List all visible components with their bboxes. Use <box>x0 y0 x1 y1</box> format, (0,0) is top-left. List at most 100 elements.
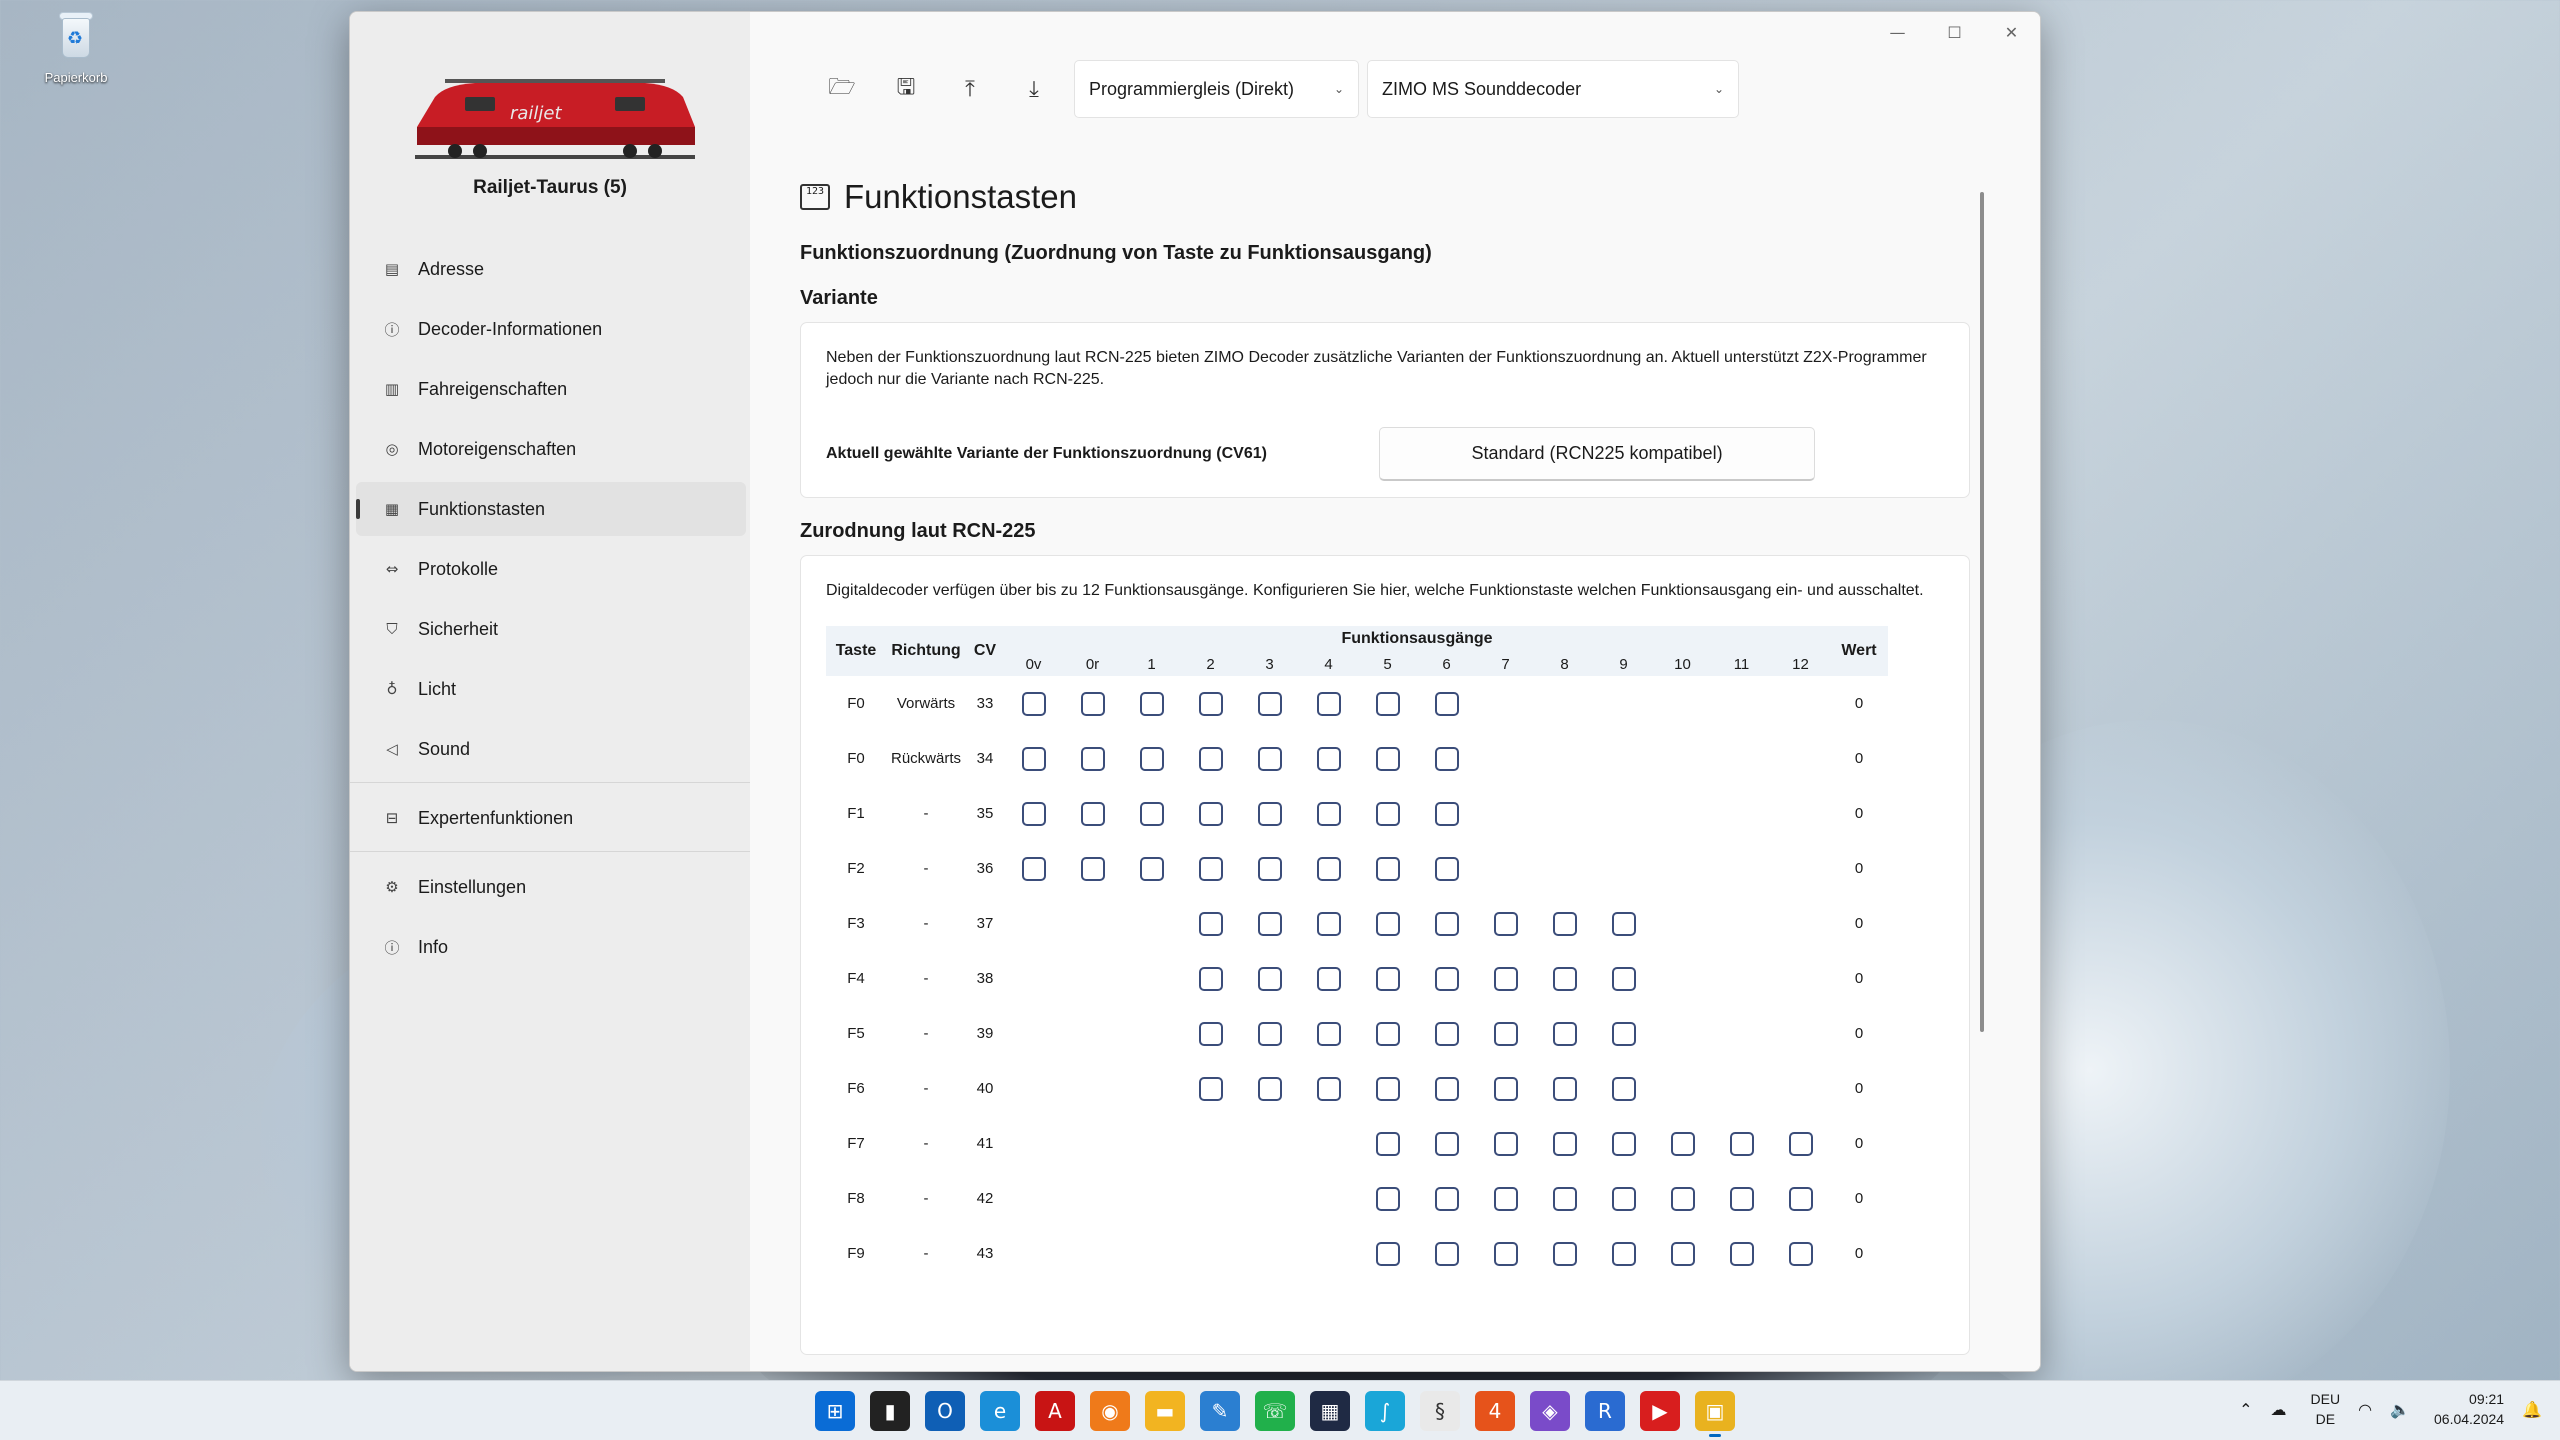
volume-icon[interactable]: 🔈 <box>2390 1400 2410 1419</box>
output-checkbox[interactable] <box>1316 966 1341 991</box>
download-icon[interactable]: ⤓ <box>1002 56 1066 122</box>
output-checkbox[interactable] <box>1493 1131 1518 1156</box>
output-checkbox[interactable] <box>1021 691 1046 716</box>
output-checkbox[interactable] <box>1611 966 1636 991</box>
close-button[interactable]: ✕ <box>1983 12 2040 52</box>
minimize-button[interactable]: — <box>1869 12 1926 52</box>
output-checkbox[interactable] <box>1316 691 1341 716</box>
app-teal-icon[interactable]: ∫ <box>1365 1391 1405 1431</box>
output-checkbox[interactable] <box>1198 746 1223 771</box>
output-checkbox[interactable] <box>1316 856 1341 881</box>
output-checkbox[interactable] <box>1434 1241 1459 1266</box>
output-checkbox[interactable] <box>1198 856 1223 881</box>
output-checkbox[interactable] <box>1198 1076 1223 1101</box>
output-checkbox[interactable] <box>1434 691 1459 716</box>
output-checkbox[interactable] <box>1434 801 1459 826</box>
output-checkbox[interactable] <box>1257 746 1282 771</box>
output-checkbox[interactable] <box>1375 911 1400 936</box>
sidebar-item-protokolle[interactable]: ⇔ Protokolle <box>356 542 746 596</box>
output-checkbox[interactable] <box>1788 1131 1813 1156</box>
output-checkbox[interactable] <box>1552 1241 1577 1266</box>
edge-icon[interactable]: e <box>980 1391 1020 1431</box>
app-blue-icon[interactable]: R <box>1585 1391 1625 1431</box>
clock[interactable]: 09:21 06.04.2024 <box>2434 1389 2504 1429</box>
output-checkbox[interactable] <box>1316 1076 1341 1101</box>
sidebar-item-sicherheit[interactable]: ⛉ Sicherheit <box>356 602 746 656</box>
decoder-select[interactable]: ZIMO MS Sounddecoder ⌄ <box>1367 60 1739 118</box>
output-checkbox[interactable] <box>1375 1076 1400 1101</box>
output-checkbox[interactable] <box>1611 1131 1636 1156</box>
output-checkbox[interactable] <box>1139 691 1164 716</box>
output-checkbox[interactable] <box>1493 966 1518 991</box>
output-checkbox[interactable] <box>1729 1186 1754 1211</box>
output-checkbox[interactable] <box>1493 1186 1518 1211</box>
output-checkbox[interactable] <box>1375 1186 1400 1211</box>
output-checkbox[interactable] <box>1375 1241 1400 1266</box>
sidebar-item-motoreigenschaften[interactable]: ◎ Motoreigenschaften <box>356 422 746 476</box>
app-white-icon[interactable]: § <box>1420 1391 1460 1431</box>
output-checkbox[interactable] <box>1375 691 1400 716</box>
output-checkbox[interactable] <box>1434 1186 1459 1211</box>
media-player-icon[interactable]: ▶ <box>1640 1391 1680 1431</box>
output-checkbox[interactable] <box>1198 911 1223 936</box>
output-checkbox[interactable] <box>1375 746 1400 771</box>
output-checkbox[interactable] <box>1788 1186 1813 1211</box>
start-icon[interactable]: ⊞ <box>815 1391 855 1431</box>
sidebar-item-decoder-informationen[interactable]: ⓘ Decoder-Informationen <box>356 302 746 356</box>
output-checkbox[interactable] <box>1493 1021 1518 1046</box>
output-checkbox[interactable] <box>1552 1131 1577 1156</box>
output-checkbox[interactable] <box>1552 911 1577 936</box>
output-checkbox[interactable] <box>1375 1131 1400 1156</box>
output-checkbox[interactable] <box>1788 1241 1813 1266</box>
output-checkbox[interactable] <box>1375 966 1400 991</box>
output-checkbox[interactable] <box>1080 801 1105 826</box>
output-checkbox[interactable] <box>1611 1076 1636 1101</box>
output-checkbox[interactable] <box>1021 856 1046 881</box>
track-select[interactable]: Programmiergleis (Direkt) ⌄ <box>1074 60 1359 118</box>
output-checkbox[interactable] <box>1080 856 1105 881</box>
output-checkbox[interactable] <box>1198 1021 1223 1046</box>
output-checkbox[interactable] <box>1375 801 1400 826</box>
output-checkbox[interactable] <box>1257 801 1282 826</box>
task-view-icon[interactable]: ▮ <box>870 1391 910 1431</box>
output-checkbox[interactable] <box>1611 1186 1636 1211</box>
output-checkbox[interactable] <box>1375 856 1400 881</box>
explorer-icon[interactable]: ▬ <box>1145 1391 1185 1431</box>
output-checkbox[interactable] <box>1257 966 1282 991</box>
output-checkbox[interactable] <box>1375 1021 1400 1046</box>
output-checkbox[interactable] <box>1434 911 1459 936</box>
sidebar-item-adresse[interactable]: ▤ Adresse <box>356 242 746 296</box>
upload-icon[interactable]: ⤒ <box>938 56 1002 122</box>
paint-icon[interactable]: ✎ <box>1200 1391 1240 1431</box>
output-checkbox[interactable] <box>1316 911 1341 936</box>
sidebar-item-expertenfunktionen[interactable]: ⊟ Expertenfunktionen <box>356 791 746 845</box>
output-checkbox[interactable] <box>1257 911 1282 936</box>
whatsapp-icon[interactable]: ☏ <box>1255 1391 1295 1431</box>
output-checkbox[interactable] <box>1257 856 1282 881</box>
sidebar-item-licht[interactable]: ♁ Licht <box>356 662 746 716</box>
output-checkbox[interactable] <box>1139 856 1164 881</box>
output-checkbox[interactable] <box>1434 1021 1459 1046</box>
output-checkbox[interactable] <box>1316 801 1341 826</box>
output-checkbox[interactable] <box>1729 1131 1754 1156</box>
output-checkbox[interactable] <box>1139 801 1164 826</box>
app-dark-icon[interactable]: ▦ <box>1310 1391 1350 1431</box>
output-checkbox[interactable] <box>1257 1076 1282 1101</box>
output-checkbox[interactable] <box>1021 801 1046 826</box>
output-checkbox[interactable] <box>1493 1076 1518 1101</box>
output-checkbox[interactable] <box>1021 746 1046 771</box>
sidebar-item-fahreigenschaften[interactable]: ▥ Fahreigenschaften <box>356 362 746 416</box>
sidebar-item-einstellungen[interactable]: ⚙ Einstellungen <box>356 860 746 914</box>
acrobat-icon[interactable]: A <box>1035 1391 1075 1431</box>
output-checkbox[interactable] <box>1198 691 1223 716</box>
output-checkbox[interactable] <box>1316 746 1341 771</box>
output-checkbox[interactable] <box>1611 1021 1636 1046</box>
output-checkbox[interactable] <box>1670 1186 1695 1211</box>
output-checkbox[interactable] <box>1257 691 1282 716</box>
output-checkbox[interactable] <box>1552 1021 1577 1046</box>
output-checkbox[interactable] <box>1552 966 1577 991</box>
output-checkbox[interactable] <box>1257 1021 1282 1046</box>
sidebar-item-sound[interactable]: ◁ Sound <box>356 722 746 776</box>
output-checkbox[interactable] <box>1493 911 1518 936</box>
sidebar-item-funktionstasten[interactable]: ▦ Funktionstasten <box>356 482 746 536</box>
